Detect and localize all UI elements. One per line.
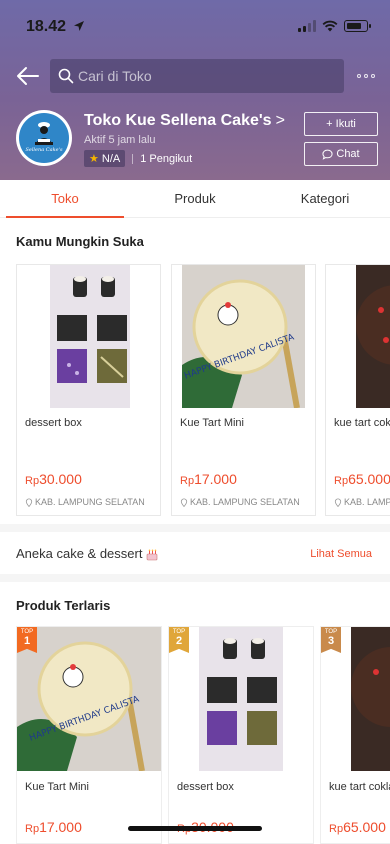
price-currency: Rp xyxy=(334,475,349,487)
product-image xyxy=(326,265,390,408)
product-card[interactable]: dessert box Rp30.000 KAB. LAMPUNG SELATA… xyxy=(16,264,161,516)
tab-produk[interactable]: Produk xyxy=(130,180,260,217)
top-label: TOP xyxy=(20,629,34,635)
more-options-icon[interactable] xyxy=(354,66,378,86)
top-label: TOP xyxy=(324,629,338,635)
location-arrow-icon xyxy=(73,21,84,31)
shop-avatar[interactable]: Sellena Cake's xyxy=(16,110,72,166)
product-price: Rp65.000 xyxy=(329,819,386,835)
recommended-title: Kamu Mungkin Suka xyxy=(16,234,144,249)
tab-toko[interactable]: Toko xyxy=(0,180,130,218)
bestseller-card[interactable]: HAPPY BIRTHDAY CALISTA TOP 1 Kue Tart Mi… xyxy=(16,626,162,844)
star-icon: ★ xyxy=(89,153,99,165)
shop-name-chevron: > xyxy=(275,112,285,129)
aneka-title-text: Aneka cake & dessert xyxy=(16,546,143,561)
bestsellers-title: Produk Terlaris xyxy=(16,598,111,613)
status-icons xyxy=(298,20,371,32)
status-bar: 18.42 xyxy=(0,14,390,42)
shop-search-box[interactable] xyxy=(50,59,344,93)
price-value: 65.000 xyxy=(343,819,386,835)
follow-button-label: + Ikuti xyxy=(326,118,356,130)
tab-kategori[interactable]: Kategori xyxy=(260,180,390,217)
product-image xyxy=(17,265,160,408)
wifi-icon xyxy=(322,20,338,32)
price-currency: Rp xyxy=(180,475,195,487)
location-text: KAB. LAMPUNG SELATAN xyxy=(190,497,300,507)
followers-count: 1 Pengikut xyxy=(140,152,193,165)
product-image xyxy=(169,627,313,771)
product-image: HAPPY BIRTHDAY CALISTA xyxy=(172,265,315,408)
cellular-signal-icon xyxy=(298,20,316,32)
status-time: 18.42 xyxy=(26,18,85,36)
bestseller-card[interactable]: TOP 3 kue tart coklat Rp65.000 xyxy=(320,626,390,844)
rank-number: 2 xyxy=(175,635,183,647)
product-price: Rp17.000 xyxy=(180,471,237,487)
follow-button[interactable]: + Ikuti xyxy=(304,112,378,136)
price-currency: Rp xyxy=(25,823,40,835)
price-value: 17.000 xyxy=(194,471,237,487)
price-value: 17.000 xyxy=(39,819,82,835)
product-card[interactable]: HAPPY BIRTHDAY CALISTA Kue Tart Mini Rp1… xyxy=(171,264,316,516)
product-name: Kue Tart Mini xyxy=(25,781,89,793)
home-indicator[interactable] xyxy=(128,826,262,831)
product-card[interactable]: kue tart coklat Rp65.000 KAB. LAMPUNG SE… xyxy=(325,264,390,516)
aneka-section-header: Aneka cake & dessert Lihat Semua xyxy=(0,536,390,572)
product-image: HAPPY BIRTHDAY CALISTA xyxy=(17,627,161,771)
location-pin-icon xyxy=(25,498,33,507)
location-text: KAB. LAMPUNG SELATAN xyxy=(35,497,145,507)
location-pin-icon xyxy=(334,498,342,507)
product-price: Rp30.000 xyxy=(25,471,82,487)
search-icon xyxy=(58,68,74,84)
search-input[interactable] xyxy=(78,68,318,84)
meta-separator xyxy=(132,153,134,164)
shop-header: 18.42 Cari di Toko Sellena Cake's Toko K… xyxy=(0,0,390,180)
price-value: 30.000 xyxy=(39,471,82,487)
birthday-cake-icon xyxy=(147,549,158,560)
product-location: KAB. LAMPUNG SELATAN xyxy=(25,497,145,507)
section-divider xyxy=(0,524,390,532)
product-location: KAB. LAMPUNG SELATAN xyxy=(334,497,390,507)
price-value: 65.000 xyxy=(348,471,390,487)
price-currency: Rp xyxy=(329,823,344,835)
rank-number: 1 xyxy=(23,635,31,647)
bestsellers-carousel[interactable]: HAPPY BIRTHDAY CALISTA TOP 1 Kue Tart Mi… xyxy=(16,626,390,844)
product-name: kue tart coklat xyxy=(334,417,390,429)
product-name: dessert box xyxy=(177,781,234,793)
baker-icon xyxy=(35,122,53,145)
location-pin-icon xyxy=(180,498,188,507)
shop-active-status: Aktif 5 jam lalu xyxy=(84,134,156,146)
bestseller-card[interactable]: TOP 2 dessert box Rp30.000 xyxy=(168,626,314,844)
product-price: Rp65.000 xyxy=(334,471,390,487)
product-name: kue tart coklat xyxy=(329,781,390,793)
product-price: Rp17.000 xyxy=(25,819,82,835)
product-name: dessert box xyxy=(25,417,82,429)
shop-info-row: Sellena Cake's Toko Kue Sellena Cake's > … xyxy=(0,106,390,172)
nav-row xyxy=(0,56,390,96)
battery-icon xyxy=(344,20,371,32)
section-divider xyxy=(0,574,390,582)
back-arrow-icon[interactable] xyxy=(14,62,42,90)
product-location: KAB. LAMPUNG SELATAN xyxy=(180,497,300,507)
rank-number: 3 xyxy=(327,635,335,647)
shop-name-text: Toko Kue Sellena Cake's xyxy=(84,112,272,129)
aneka-title: Aneka cake & dessert xyxy=(16,546,159,561)
shop-tabs: Toko Produk Kategori xyxy=(0,180,390,218)
chat-bubble-icon xyxy=(322,149,333,160)
location-text: KAB. LAMPUNG SELATAN xyxy=(344,497,390,507)
product-name: Kue Tart Mini xyxy=(180,417,244,429)
rating-badge: ★ N/A xyxy=(84,150,126,167)
see-all-link[interactable]: Lihat Semua xyxy=(310,548,372,560)
shop-name[interactable]: Toko Kue Sellena Cake's > xyxy=(84,112,285,130)
shop-logo-caption: Sellena Cake's xyxy=(25,147,63,153)
recommended-carousel[interactable]: dessert box Rp30.000 KAB. LAMPUNG SELATA… xyxy=(16,264,390,516)
shop-logo: Sellena Cake's xyxy=(19,113,69,163)
chat-button[interactable]: Chat xyxy=(304,142,378,166)
top-label: TOP xyxy=(172,629,186,635)
rating-value: N/A xyxy=(101,152,121,165)
status-time-text: 18.42 xyxy=(26,18,67,35)
chat-button-label: Chat xyxy=(336,148,360,160)
shop-meta: ★ N/A 1 Pengikut xyxy=(84,150,192,167)
price-currency: Rp xyxy=(25,475,40,487)
